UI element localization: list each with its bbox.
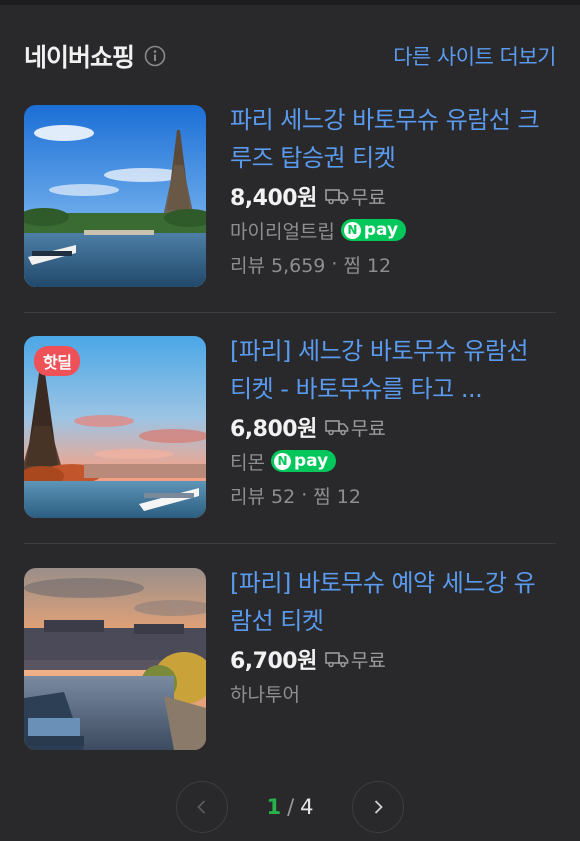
like-count: 찜 12 xyxy=(343,254,392,277)
product-card[interactable]: [파리] 바토무슈 예약 세느강 유람선 티켓 6,700원 무료 하나투어 xyxy=(24,568,556,750)
divider xyxy=(24,543,556,544)
truck-icon xyxy=(325,189,349,205)
separator-dot: · xyxy=(301,484,308,506)
product-title[interactable]: [파리] 바토무슈 예약 세느강 유람선 티켓 xyxy=(230,564,556,640)
product-info: [파리] 세느강 바토무슈 유람선 티켓 - 바토무슈를 타고 ... 6,80… xyxy=(230,332,556,512)
npay-badge: Npay xyxy=(340,219,407,241)
npay-n-icon: N xyxy=(273,452,291,470)
hotdeal-badge: 핫딜 xyxy=(34,346,81,376)
npay-badge: Npay xyxy=(270,450,337,472)
product-price: 8,400원 xyxy=(230,186,317,211)
seller-name[interactable]: 티몬 xyxy=(230,448,265,475)
npay-label: pay xyxy=(293,451,329,471)
shipping-label: 무료 xyxy=(350,417,386,440)
seller-row: 마이리얼트립 Npay xyxy=(230,213,556,247)
product-card[interactable]: 핫딜 [파리] 세느강 바토무슈 유람선 티켓 - 바토무슈를 타고 ... 6… xyxy=(24,336,556,518)
price-row: 8,400원 무료 xyxy=(230,179,556,213)
seller-name[interactable]: 마이리얼트립 xyxy=(230,217,335,244)
product-image[interactable] xyxy=(24,105,206,287)
review-row: 리뷰 52 · 찜 12 xyxy=(230,478,556,512)
divider xyxy=(24,312,556,313)
npay-label: pay xyxy=(363,220,399,240)
truck-icon xyxy=(325,420,349,436)
seller-name[interactable]: 하나투어 xyxy=(230,680,300,707)
next-page-button[interactable] xyxy=(351,781,404,833)
npay-n-icon: N xyxy=(343,221,361,239)
current-page: 1 xyxy=(266,795,282,819)
product-title[interactable]: [파리] 세느강 바토무슈 유람선 티켓 - 바토무슈를 타고 ... xyxy=(230,332,556,408)
pagination: 1/4 xyxy=(0,780,580,834)
price-row: 6,800원 무료 xyxy=(230,410,556,444)
seller-row: 티몬 Npay xyxy=(230,444,556,478)
top-bar xyxy=(0,0,580,5)
truck-icon xyxy=(325,652,349,668)
product-image[interactable] xyxy=(24,568,206,750)
prev-page-button[interactable] xyxy=(176,781,229,833)
review-count: 리뷰 5,659 xyxy=(230,254,326,277)
seller-row: 하나투어 xyxy=(230,676,556,710)
product-title[interactable]: 파리 세느강 바토무슈 유람선 크루즈 탑승권 티켓 xyxy=(230,101,556,177)
price-row: 6,700원 무료 xyxy=(230,642,556,676)
shipping-label: 무료 xyxy=(350,186,386,209)
section-title: 네이버쇼핑 xyxy=(24,43,135,72)
more-sites-link[interactable]: 다른 사이트 더보기 xyxy=(393,41,556,71)
header-left: 네이버쇼핑 xyxy=(24,38,166,74)
chevron-left-icon xyxy=(197,800,206,814)
chevron-right-icon xyxy=(374,800,383,814)
product-price: 6,800원 xyxy=(230,417,317,442)
review-count: 리뷰 52 xyxy=(230,485,296,508)
page-indicator: 1/4 xyxy=(266,795,313,819)
info-icon[interactable] xyxy=(144,45,166,67)
separator-dot: · xyxy=(331,253,338,275)
like-count: 찜 12 xyxy=(313,485,361,508)
section-header: 네이버쇼핑 다른 사이트 더보기 xyxy=(24,36,556,76)
shipping-label: 무료 xyxy=(350,649,386,672)
page-separator: / xyxy=(287,795,295,819)
product-info: [파리] 바토무슈 예약 세느강 유람선 티켓 6,700원 무료 하나투어 xyxy=(230,564,556,710)
total-pages: 4 xyxy=(300,795,314,819)
product-image[interactable]: 핫딜 xyxy=(24,336,206,518)
product-info: 파리 세느강 바토무슈 유람선 크루즈 탑승권 티켓 8,400원 무료 마이리… xyxy=(230,101,556,281)
product-card[interactable]: 파리 세느강 바토무슈 유람선 크루즈 탑승권 티켓 8,400원 무료 마이리… xyxy=(24,105,556,287)
product-price: 6,700원 xyxy=(230,649,317,674)
review-row: 리뷰 5,659 · 찜 12 xyxy=(230,247,556,281)
